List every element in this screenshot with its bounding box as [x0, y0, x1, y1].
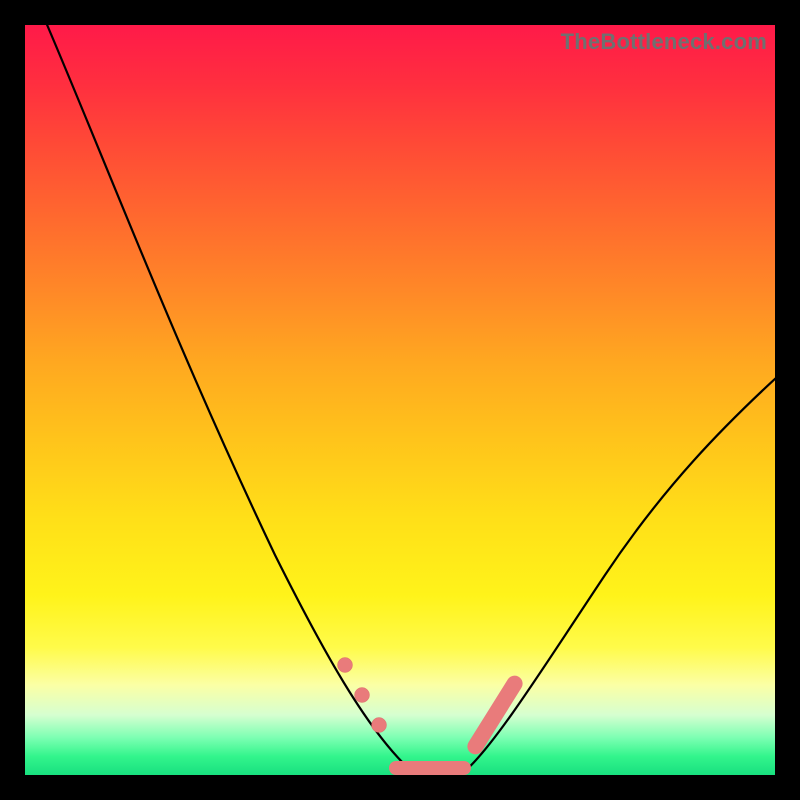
marker-dot-2: [355, 688, 370, 703]
chart-frame: TheBottleneck.com: [0, 0, 800, 800]
bottleneck-curve-svg: [25, 25, 775, 775]
curve-right-branch: [465, 377, 777, 771]
marker-right-segment: [464, 673, 525, 758]
marker-dot-3: [372, 718, 387, 733]
marker-dot-1: [338, 658, 353, 673]
curve-left-branch: [45, 20, 405, 765]
marker-plateau-segment: [389, 761, 471, 775]
plot-area: TheBottleneck.com: [25, 25, 775, 775]
